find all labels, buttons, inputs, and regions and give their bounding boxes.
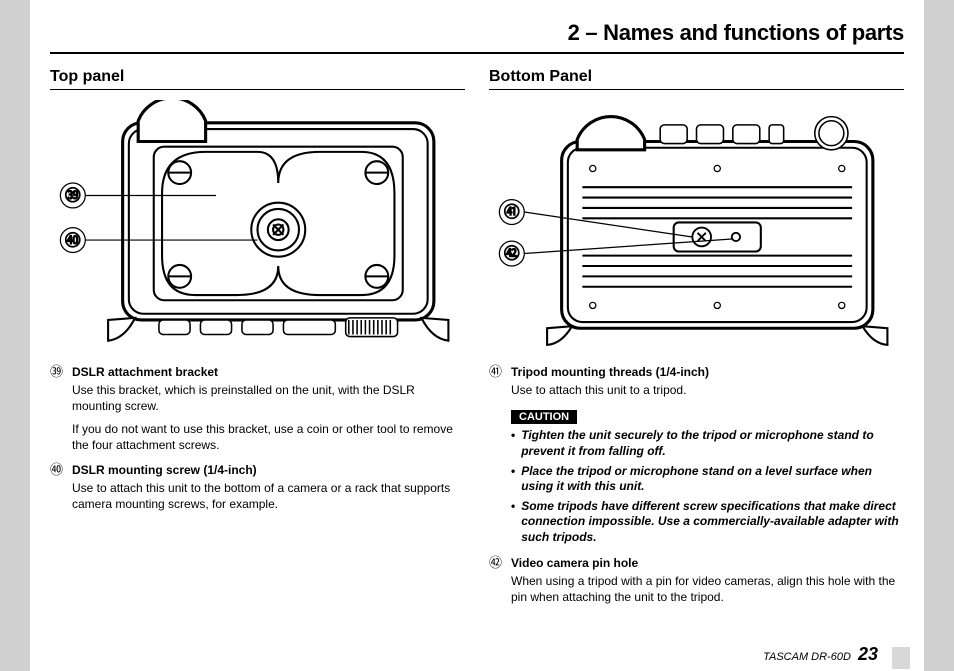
item-paragraph: Use to attach this unit to the bottom of… [72,480,465,512]
item-heading: Tripod mounting threads (1/4-inch) [511,364,904,380]
section-title-bottom-panel: Bottom Panel [489,68,904,90]
caution-list: Tighten the unit securely to the tripod … [511,428,904,545]
col-right: Bottom Panel [489,68,904,613]
svg-text:㊴: ㊴ [65,187,81,205]
footer-page-number: 23 [858,644,878,664]
bottom-panel-diagram: ㊶ ㊷ [489,100,904,349]
item-41: ㊶ Tripod mounting threads (1/4-inch) Use… [489,363,904,398]
top-panel-diagram: ㊴ ㊵ [50,100,465,349]
caution-item: Tighten the unit securely to the tripod … [511,428,904,459]
item-42: ㊷ Video camera pin hole When using a tri… [489,554,904,606]
col-left: Top panel [50,68,465,613]
columns: Top panel [50,68,904,613]
page-footer: TASCAM DR-60D 23 [60,644,894,665]
chapter-header: 2 – Names and functions of parts [50,20,904,54]
chapter-title: 2 – Names and functions of parts [50,20,904,46]
item-number: ㊶ [489,363,511,381]
caution-item: Some tripods have different screw specif… [511,499,904,546]
item-39: ㊴ DSLR attachment bracket Use this brack… [50,363,465,453]
section-title-top-panel: Top panel [50,68,465,90]
caution-label: CAUTION [511,410,577,424]
caution-item: Place the tripod or microphone stand on … [511,464,904,495]
item-number: ㊵ [50,461,72,479]
svg-text:㊷: ㊷ [504,245,520,263]
top-panel-items: ㊴ DSLR attachment bracket Use this brack… [50,363,465,513]
item-40: ㊵ DSLR mounting screw (1/4-inch) Use to … [50,461,465,513]
item-number: ㊴ [50,363,72,381]
item-paragraph: Use to attach this unit to a tripod. [511,382,904,398]
page: 2 – Names and functions of parts Top pan… [30,0,924,671]
svg-text:㊶: ㊶ [504,203,520,221]
item-heading: DSLR attachment bracket [72,364,465,380]
item-paragraph: When using a tripod with a pin for video… [511,573,904,605]
item-number: ㊷ [489,554,511,572]
item-heading: DSLR mounting screw (1/4-inch) [72,462,465,478]
svg-text:㊵: ㊵ [65,231,81,249]
footer-model: TASCAM DR-60D [763,651,851,663]
item-paragraph: If you do not want to use this bracket, … [72,421,465,453]
footer-tab [892,647,910,669]
item-paragraph: Use this bracket, which is preinstalled … [72,382,465,414]
item-heading: Video camera pin hole [511,555,904,571]
